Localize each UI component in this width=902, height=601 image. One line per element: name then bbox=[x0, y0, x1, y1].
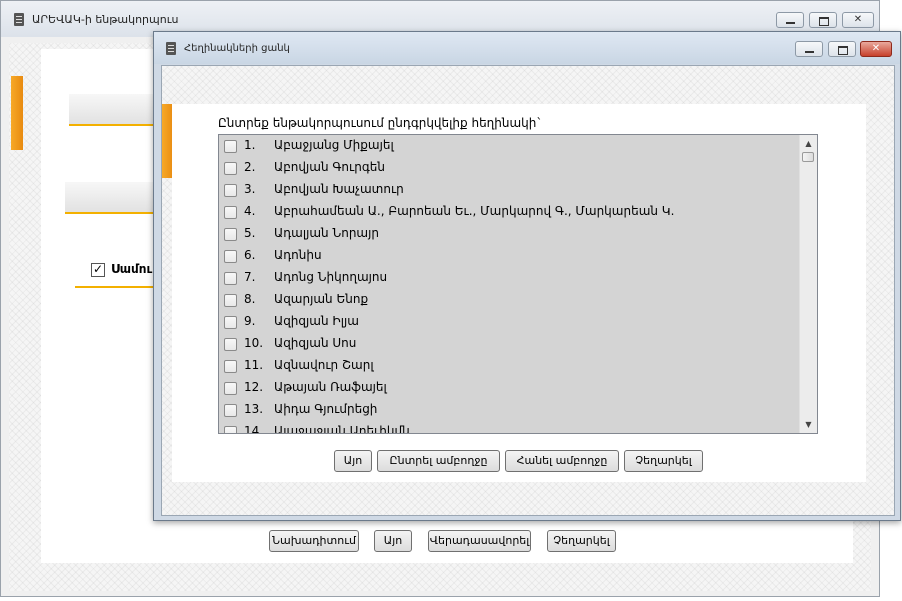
check-icon[interactable]: ✓ bbox=[91, 263, 105, 277]
dialog-maximize-button[interactable] bbox=[828, 41, 856, 57]
select-all-button[interactable]: Ընտրել ամբողջը bbox=[377, 450, 500, 472]
dialog-minimize-button[interactable] bbox=[795, 41, 823, 57]
list-item[interactable]: 2. Աբովյան Գուրգեն bbox=[219, 157, 801, 179]
document-icon bbox=[14, 13, 24, 26]
option-checkbox-row[interactable]: ✓ Սամուր bbox=[75, 256, 165, 288]
list-item-name: Ազիզյան Սոս bbox=[274, 336, 357, 350]
list-scrollbar[interactable]: ▲ ▼ bbox=[799, 135, 817, 433]
list-item[interactable]: 10. Ազիզյան Սոս bbox=[219, 333, 801, 355]
list-item-checkbox[interactable] bbox=[224, 228, 237, 241]
cancel-button[interactable]: Չեղարկել bbox=[624, 450, 703, 472]
list-item-name: Ալաջաջյան Արեւիկմն bbox=[274, 424, 410, 434]
scroll-thumb[interactable] bbox=[802, 152, 814, 162]
cancel-button[interactable]: Չեղարկել bbox=[547, 530, 616, 552]
list-item-checkbox[interactable] bbox=[224, 250, 237, 263]
list-item-name: Ազնավուր Շարլ bbox=[274, 358, 374, 372]
list-item-number: 9. bbox=[244, 314, 256, 328]
section-header bbox=[65, 182, 165, 214]
authors-dialog: Հեղինակների ցանկ ✕ Ընտրեք ենթակորպուսում… bbox=[153, 31, 901, 521]
list-item-number: 14. bbox=[244, 424, 264, 434]
maximize-button[interactable] bbox=[809, 12, 837, 28]
list-item-checkbox[interactable] bbox=[224, 360, 237, 373]
document-icon bbox=[166, 42, 176, 55]
list-item[interactable]: 8. Ազարյան Ենոք bbox=[219, 289, 801, 311]
list-item-checkbox[interactable] bbox=[224, 206, 237, 219]
yes-button[interactable]: Այո bbox=[334, 450, 372, 472]
list-item-name: Ազիզյան Իլյա bbox=[274, 314, 359, 328]
scroll-down-icon[interactable]: ▼ bbox=[800, 416, 817, 433]
list-item[interactable]: 3. Աբովյան Խաչատուր bbox=[219, 179, 801, 201]
list-item[interactable]: 7. Ադոնց Նիկողայոս bbox=[219, 267, 801, 289]
scroll-up-icon[interactable]: ▲ bbox=[800, 135, 817, 152]
list-item-checkbox[interactable] bbox=[224, 338, 237, 351]
dialog-title: Հեղինակների ցանկ bbox=[184, 43, 290, 54]
list-item-number: 11. bbox=[244, 358, 264, 372]
list-item-number: 8. bbox=[244, 292, 256, 306]
list-item-number: 6. bbox=[244, 248, 256, 262]
list-item[interactable]: 6. Ադոնիս bbox=[219, 245, 801, 267]
list-item-checkbox[interactable] bbox=[224, 140, 237, 153]
list-item-checkbox[interactable] bbox=[224, 316, 237, 329]
list-item-number: 7. bbox=[244, 270, 256, 284]
list-item-name: Ադոնց Նիկողայոս bbox=[274, 270, 388, 284]
list-item-checkbox[interactable] bbox=[224, 382, 237, 395]
list-item[interactable]: 5. Ադալյան Նորայր bbox=[219, 223, 801, 245]
list-item-name: Ադոնիս bbox=[274, 248, 322, 262]
dialog-panel: Ընտրեք ենթակորպուսում ընդգրկվելիք հեղինա… bbox=[172, 104, 866, 482]
list-item[interactable]: 4. Աբրահամեան Ա., Բարոեան Եւ., Մարկարով Գ… bbox=[219, 201, 801, 223]
list-item-name: Աիդա Գյումրեցի bbox=[274, 402, 378, 416]
deselect-all-button[interactable]: Հանել ամբողջը bbox=[505, 450, 619, 472]
list-item-checkbox[interactable] bbox=[224, 294, 237, 307]
list-item-number: 3. bbox=[244, 182, 256, 196]
list-item[interactable]: 1. Աբաջյանց Միքայել bbox=[219, 135, 801, 157]
list-item-number: 5. bbox=[244, 226, 256, 240]
list-item-name: Աբովյան Գուրգեն bbox=[274, 160, 385, 174]
list-item-number: 4. bbox=[244, 204, 256, 218]
list-item-checkbox[interactable] bbox=[224, 404, 237, 417]
list-item-name: Ազարյան Ենոք bbox=[274, 292, 369, 306]
authors-list[interactable]: 1. Աբաջյանց Միքայել 2. Աբովյան Գուրգեն 3. Աբո… bbox=[218, 134, 818, 434]
main-window-title: ԱՐԵՎԱԿ-ի ենթակորպուս bbox=[32, 13, 179, 26]
list-item-name: Աբաջյանց Միքայել bbox=[274, 138, 394, 152]
list-item-number: 12. bbox=[244, 380, 264, 394]
list-item-name: Ադալյան Նորայր bbox=[274, 226, 379, 240]
list-item-number: 13. bbox=[244, 402, 264, 416]
yes-button[interactable]: Այո bbox=[374, 530, 412, 552]
dialog-content: Ընտրեք ենթակորպուսում ընդգրկվելիք հեղինա… bbox=[161, 65, 895, 516]
list-item-checkbox[interactable] bbox=[224, 162, 237, 175]
selection-prompt: Ընտրեք ենթակորպուսում ընդգրկվելիք հեղինա… bbox=[218, 116, 543, 130]
list-item[interactable]: 12. Աթայան Ռաֆայել bbox=[219, 377, 801, 399]
list-item-name: Աբովյան Խաչատուր bbox=[274, 182, 404, 196]
list-item-checkbox[interactable] bbox=[224, 426, 237, 433]
list-item[interactable]: 9. Ազիզյան Իլյա bbox=[219, 311, 801, 333]
dialog-titlebar[interactable]: Հեղինակների ցանկ ✕ bbox=[154, 32, 900, 64]
list-item-name: Աթայան Ռաֆայել bbox=[274, 380, 387, 394]
list-item-checkbox[interactable] bbox=[224, 184, 237, 197]
reorder-button[interactable]: Վերադասավորել bbox=[428, 530, 531, 552]
list-item-number: 2. bbox=[244, 160, 256, 174]
list-item-checkbox[interactable] bbox=[224, 272, 237, 285]
list-item[interactable]: 14. Ալաջաջյան Արեւիկմն bbox=[219, 421, 801, 434]
close-button[interactable]: ✕ bbox=[842, 12, 874, 28]
preview-button[interactable]: Նախադիտում bbox=[269, 530, 359, 552]
list-item[interactable]: 11. Ազնավուր Շարլ bbox=[219, 355, 801, 377]
list-item[interactable]: 13. Աիդա Գյումրեցի bbox=[219, 399, 801, 421]
minimize-button[interactable] bbox=[776, 12, 804, 28]
list-item-number: 1. bbox=[244, 138, 256, 152]
side-tab[interactable] bbox=[11, 76, 23, 150]
dialog-close-button[interactable]: ✕ bbox=[860, 41, 892, 57]
list-item-name: Աբրահամեան Ա., Բարոեան Եւ., Մարկարով Գ.,… bbox=[274, 204, 675, 218]
list-item-number: 10. bbox=[244, 336, 264, 350]
